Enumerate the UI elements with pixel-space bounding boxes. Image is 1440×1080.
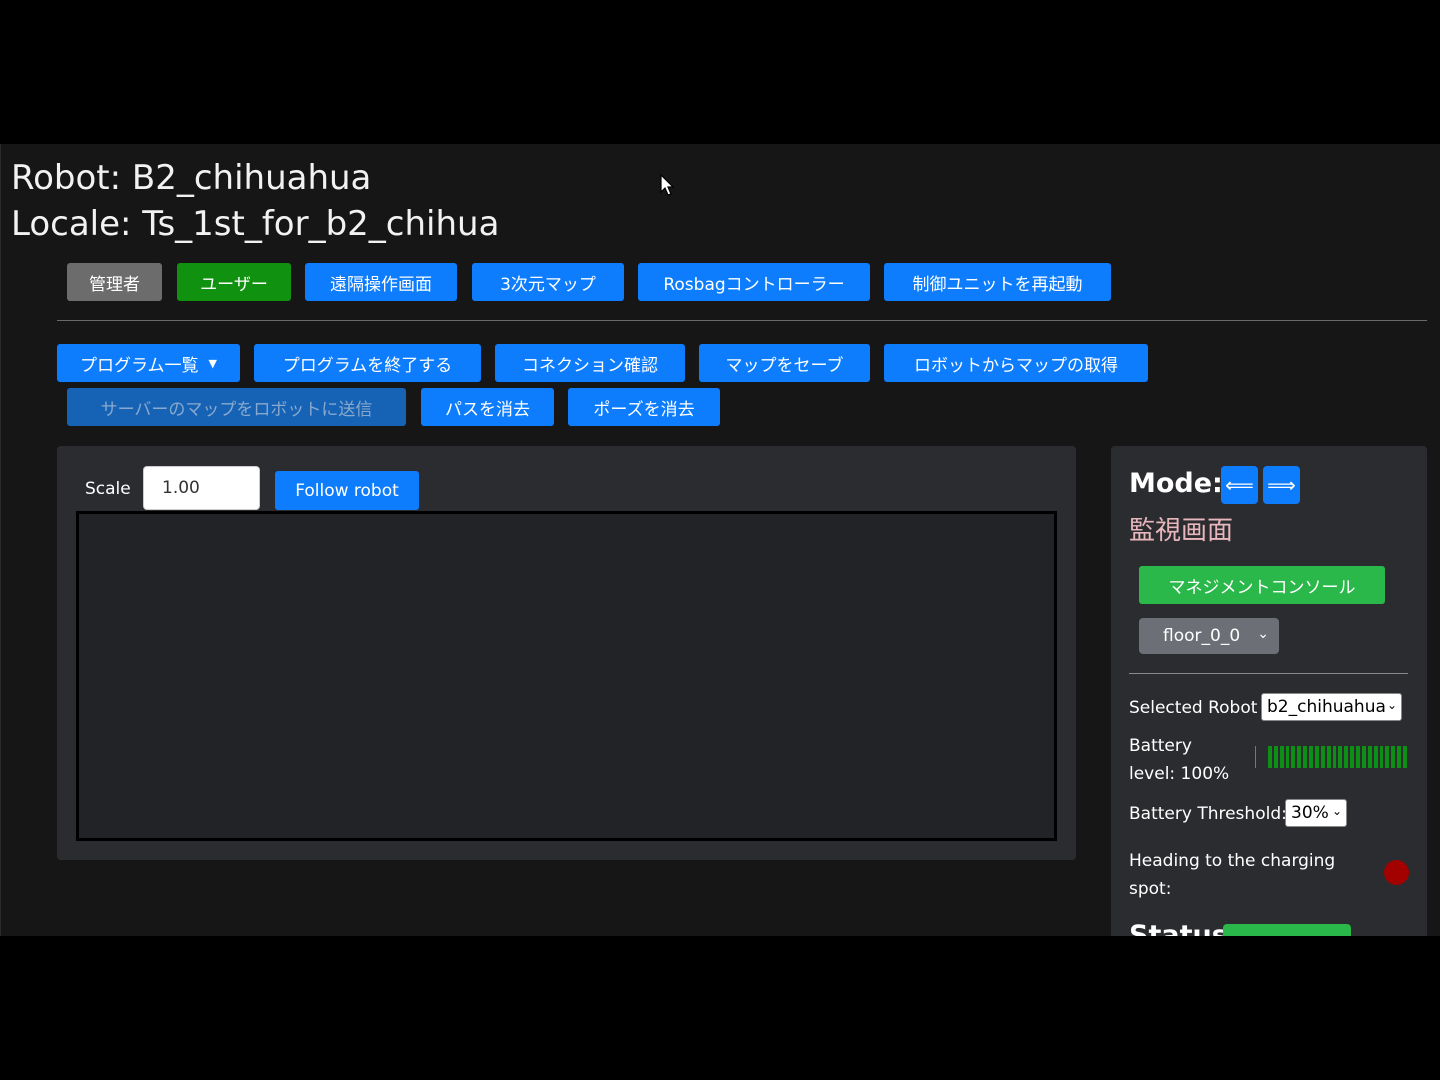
- user-button[interactable]: ユーザー: [177, 263, 291, 301]
- floor-select-value: floor_0_0: [1163, 626, 1241, 646]
- battery-cell: [1309, 746, 1313, 768]
- program-list-label: プログラム一覧: [80, 355, 199, 376]
- selected-robot-select[interactable]: b2_chihuahua ⌄: [1261, 693, 1402, 721]
- chevron-down-icon: ⌄: [1257, 626, 1269, 642]
- battery-cell: [1297, 746, 1302, 768]
- battery-level-label: level: 100%: [1129, 764, 1230, 784]
- mouse-cursor-icon: [660, 174, 675, 196]
- battery-cell: [1314, 746, 1319, 768]
- charging-indicator: [1384, 860, 1409, 885]
- battery-cell: [1332, 746, 1337, 768]
- battery-cell: [1385, 746, 1390, 768]
- rosbag-controller-button[interactable]: Rosbagコントローラー: [638, 263, 870, 301]
- selected-robot-label: Selected Robot: [1129, 698, 1258, 718]
- scale-label: Scale: [85, 479, 131, 499]
- battery-cell: [1350, 746, 1355, 768]
- battery-cell: [1356, 746, 1360, 768]
- side-panel: Mode: ⟸ ⟹ 監視画面 マネジメントコンソール floor_0_0 ⌄ S…: [1111, 446, 1427, 936]
- get-map-from-robot-button[interactable]: ロボットからマップの取得: [884, 344, 1148, 382]
- clear-path-button[interactable]: パスを消去: [421, 388, 554, 426]
- battery-cell: [1291, 746, 1296, 768]
- battery-cell: [1379, 746, 1384, 768]
- app-window: Robot: B2_chihuahua Locale: Ts_1st_for_b…: [0, 144, 1440, 936]
- selected-robot-value: b2_chihuahua: [1267, 697, 1386, 717]
- battery-cell: [1338, 746, 1343, 768]
- charging-label: Heading to the charging: [1129, 851, 1336, 871]
- battery-cell: [1267, 746, 1272, 768]
- battery-cell: [1285, 746, 1290, 768]
- battery-cell: [1320, 746, 1325, 768]
- battery-cell: [1367, 746, 1372, 768]
- mode-prev-button[interactable]: ⟸: [1221, 466, 1258, 504]
- map-panel: Scale Follow robot: [57, 446, 1076, 860]
- follow-robot-button[interactable]: Follow robot: [275, 471, 419, 510]
- 3d-map-button[interactable]: 3次元マップ: [472, 263, 624, 301]
- battery-cell: [1391, 746, 1396, 768]
- battery-cell: [1397, 746, 1402, 768]
- admin-button[interactable]: 管理者: [67, 263, 162, 301]
- map-canvas[interactable]: [76, 511, 1057, 841]
- battery-bar-separator: [1255, 746, 1256, 768]
- connection-check-button[interactable]: コネクション確認: [495, 344, 685, 382]
- program-list-dropdown[interactable]: プログラム一覧 ▼: [57, 344, 240, 382]
- locale-title: Locale: Ts_1st_for_b2_chihua: [11, 204, 500, 244]
- battery-cell: [1326, 746, 1331, 768]
- mode-next-button[interactable]: ⟹: [1263, 466, 1300, 504]
- end-program-button[interactable]: プログラムを終了する: [254, 344, 481, 382]
- battery-label: Battery: [1129, 736, 1192, 756]
- send-map-to-robot-button: サーバーのマップをロボットに送信: [67, 388, 406, 426]
- chevron-down-icon: ⌄: [1331, 804, 1342, 818]
- floor-select[interactable]: floor_0_0 ⌄: [1139, 618, 1279, 654]
- battery-threshold-select[interactable]: 30% ⌄: [1285, 799, 1347, 827]
- mode-name: 監視画面: [1129, 516, 1234, 546]
- mode-label: Mode:: [1129, 468, 1223, 499]
- battery-threshold-label: Battery Threshold:: [1129, 804, 1287, 824]
- charging-label-line2: spot:: [1129, 879, 1172, 899]
- clear-pose-button[interactable]: ポーズを消去: [568, 388, 720, 426]
- divider: [57, 320, 1427, 321]
- save-map-button[interactable]: マップをセーブ: [699, 344, 870, 382]
- robot-title: Robot: B2_chihuahua: [11, 158, 372, 198]
- battery-cell: [1303, 746, 1308, 768]
- battery-cell: [1361, 746, 1366, 768]
- status-badge: [1223, 924, 1351, 936]
- management-console-button[interactable]: マネジメントコンソール: [1139, 566, 1385, 604]
- battery-cell: [1273, 746, 1278, 768]
- battery-cell: [1373, 746, 1378, 768]
- chevron-down-icon: ⌄: [1386, 698, 1397, 712]
- battery-cell: [1279, 746, 1284, 768]
- battery-bar: [1255, 746, 1407, 768]
- side-divider: [1129, 673, 1408, 674]
- caret-down-icon: ▼: [208, 356, 217, 370]
- restart-control-unit-button[interactable]: 制御ユニットを再起動: [884, 263, 1111, 301]
- battery-cell: [1403, 746, 1407, 768]
- battery-threshold-value: 30%: [1291, 803, 1329, 823]
- scale-input[interactable]: [143, 466, 260, 510]
- remote-control-button[interactable]: 遠隔操作画面: [305, 263, 457, 301]
- battery-cell: [1344, 746, 1349, 768]
